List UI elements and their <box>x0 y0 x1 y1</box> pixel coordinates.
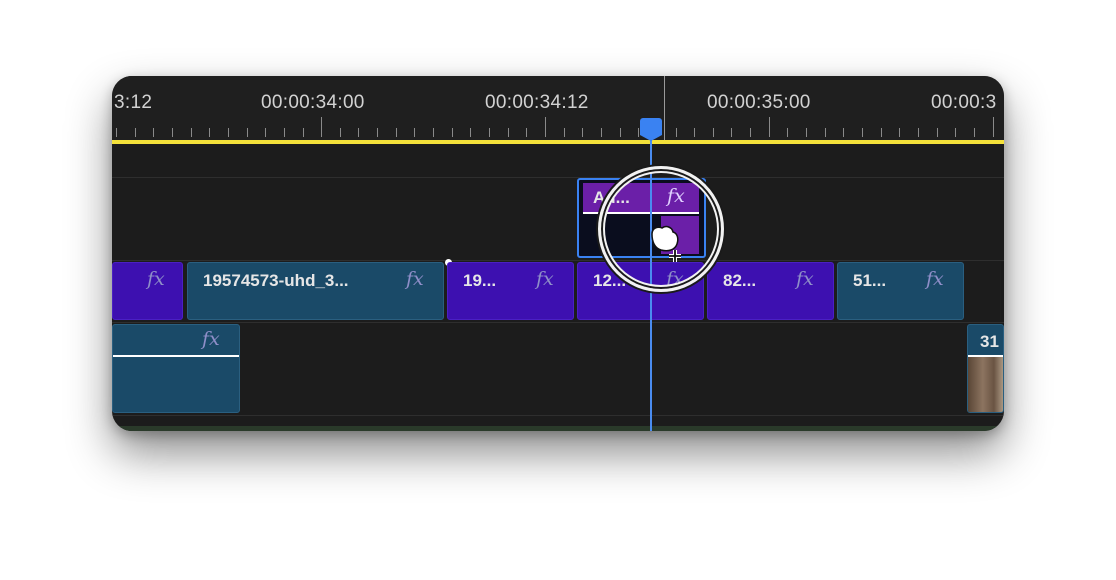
fx-badge-icon: fx <box>926 268 944 290</box>
clip-label: 82... <box>723 271 757 290</box>
timeline-clip[interactable]: 82... fx <box>707 262 834 320</box>
ruler-tick <box>321 117 323 137</box>
ruler-tick <box>955 128 957 137</box>
clip-label: Ad... <box>593 188 630 207</box>
clip-divider <box>113 355 239 357</box>
ruler-tick <box>862 128 863 137</box>
clip-label: 51... <box>853 271 887 290</box>
ruler-tick <box>414 128 416 137</box>
ruler-tick <box>209 128 211 137</box>
ruler-tick <box>768 117 770 137</box>
track-edge <box>1001 262 1004 320</box>
ruler-tick <box>675 128 677 137</box>
ruler-tick <box>470 128 472 137</box>
ruler-tick <box>917 128 919 137</box>
ruler-tick <box>787 128 789 137</box>
timeline-bottom-edge <box>112 426 1004 431</box>
ruler-tick <box>619 128 621 137</box>
playhead-line <box>650 132 652 431</box>
timeline-clip[interactable]: fx <box>112 324 240 413</box>
ruler-tick <box>899 128 901 137</box>
ruler-tick <box>880 128 882 137</box>
ruler-tick <box>153 128 155 137</box>
ruler-tick <box>582 128 584 137</box>
timeline-clip[interactable]: 12... fx <box>577 262 704 320</box>
ruler-tick <box>824 128 826 137</box>
clip-label: 19574573-uhd_3... <box>203 271 349 290</box>
fx-badge-icon: fx <box>666 268 684 290</box>
ruler-tick <box>750 128 752 137</box>
ruler-tick <box>712 128 714 137</box>
ruler-timecode: 00:00:34:12 <box>485 92 589 113</box>
track-divider <box>112 322 1004 323</box>
ruler-tick <box>395 128 397 137</box>
ruler-tick <box>992 117 994 137</box>
adjustment-clip-header: Ad... fx <box>583 183 699 212</box>
ruler-tick <box>731 128 733 137</box>
ruler-timecode: 3:12 <box>114 92 153 113</box>
fx-badge-icon: fx <box>667 185 685 207</box>
ruler-marker-line <box>664 76 665 142</box>
ruler-tick <box>507 128 509 137</box>
timeline-clip[interactable]: 19574573-uhd_3... fx <box>187 262 444 320</box>
fx-badge-icon: fx <box>406 268 424 290</box>
clip-thumbnail <box>968 357 1003 412</box>
clip-label: 12... <box>593 271 627 290</box>
track-divider <box>112 260 1004 261</box>
ruler-tick <box>694 128 696 137</box>
ruler-tick <box>526 128 528 137</box>
ruler-tick <box>283 128 285 137</box>
ruler-tick <box>806 128 808 137</box>
ruler-tick <box>489 128 490 137</box>
work-area-bar[interactable] <box>112 140 1004 144</box>
ruler-tick <box>190 128 192 137</box>
clip-label: 31 <box>980 332 999 351</box>
playhead-handle[interactable] <box>640 118 662 141</box>
grab-hand-icon <box>651 225 681 262</box>
ruler-tick <box>973 128 975 137</box>
ruler-timecode: 00:00:34:00 <box>261 92 365 113</box>
ruler-tick <box>433 128 435 137</box>
ruler-timecode: 00:00:35:00 <box>707 92 811 113</box>
ruler-tick <box>600 128 602 137</box>
ruler-tick <box>246 128 248 137</box>
ruler-tick <box>358 128 360 137</box>
timeline-clip[interactable]: 31 <box>967 324 1004 413</box>
fx-badge-icon: fx <box>796 268 814 290</box>
fx-badge-icon: fx <box>536 268 554 290</box>
ruler-tick <box>227 128 229 137</box>
ruler-tick <box>544 117 546 137</box>
ruler-tick <box>265 128 267 137</box>
clip-header: fx <box>113 325 239 355</box>
fx-badge-icon: fx <box>202 328 220 350</box>
ruler-tick <box>936 128 938 137</box>
ruler-tick <box>843 128 845 137</box>
ruler-timecode: 00:00:3 <box>931 92 997 113</box>
ruler-tick <box>563 128 565 137</box>
timeline-clip[interactable]: 19... fx <box>447 262 574 320</box>
ruler-tick <box>134 128 136 137</box>
ruler-tick <box>171 128 173 137</box>
timeline-panel: 3:12 00:00:34:00 00:00:34:12 00:00:35:00… <box>112 76 1004 431</box>
ruler-tick <box>339 128 341 137</box>
track-divider <box>112 177 1004 178</box>
ruler-tick <box>451 128 453 137</box>
clip-divider <box>583 212 699 214</box>
ruler-tick <box>302 128 304 137</box>
track-divider <box>112 415 1004 416</box>
fx-badge-icon: fx <box>147 268 165 290</box>
timeline-clip[interactable]: fx <box>112 262 183 320</box>
clip-label: 19... <box>463 271 497 290</box>
time-ruler[interactable]: 3:12 00:00:34:00 00:00:34:12 00:00:35:00… <box>112 76 1004 142</box>
ruler-tick <box>377 128 379 137</box>
timeline-clip[interactable]: 51... fx <box>837 262 964 320</box>
ruler-tick <box>116 128 117 137</box>
